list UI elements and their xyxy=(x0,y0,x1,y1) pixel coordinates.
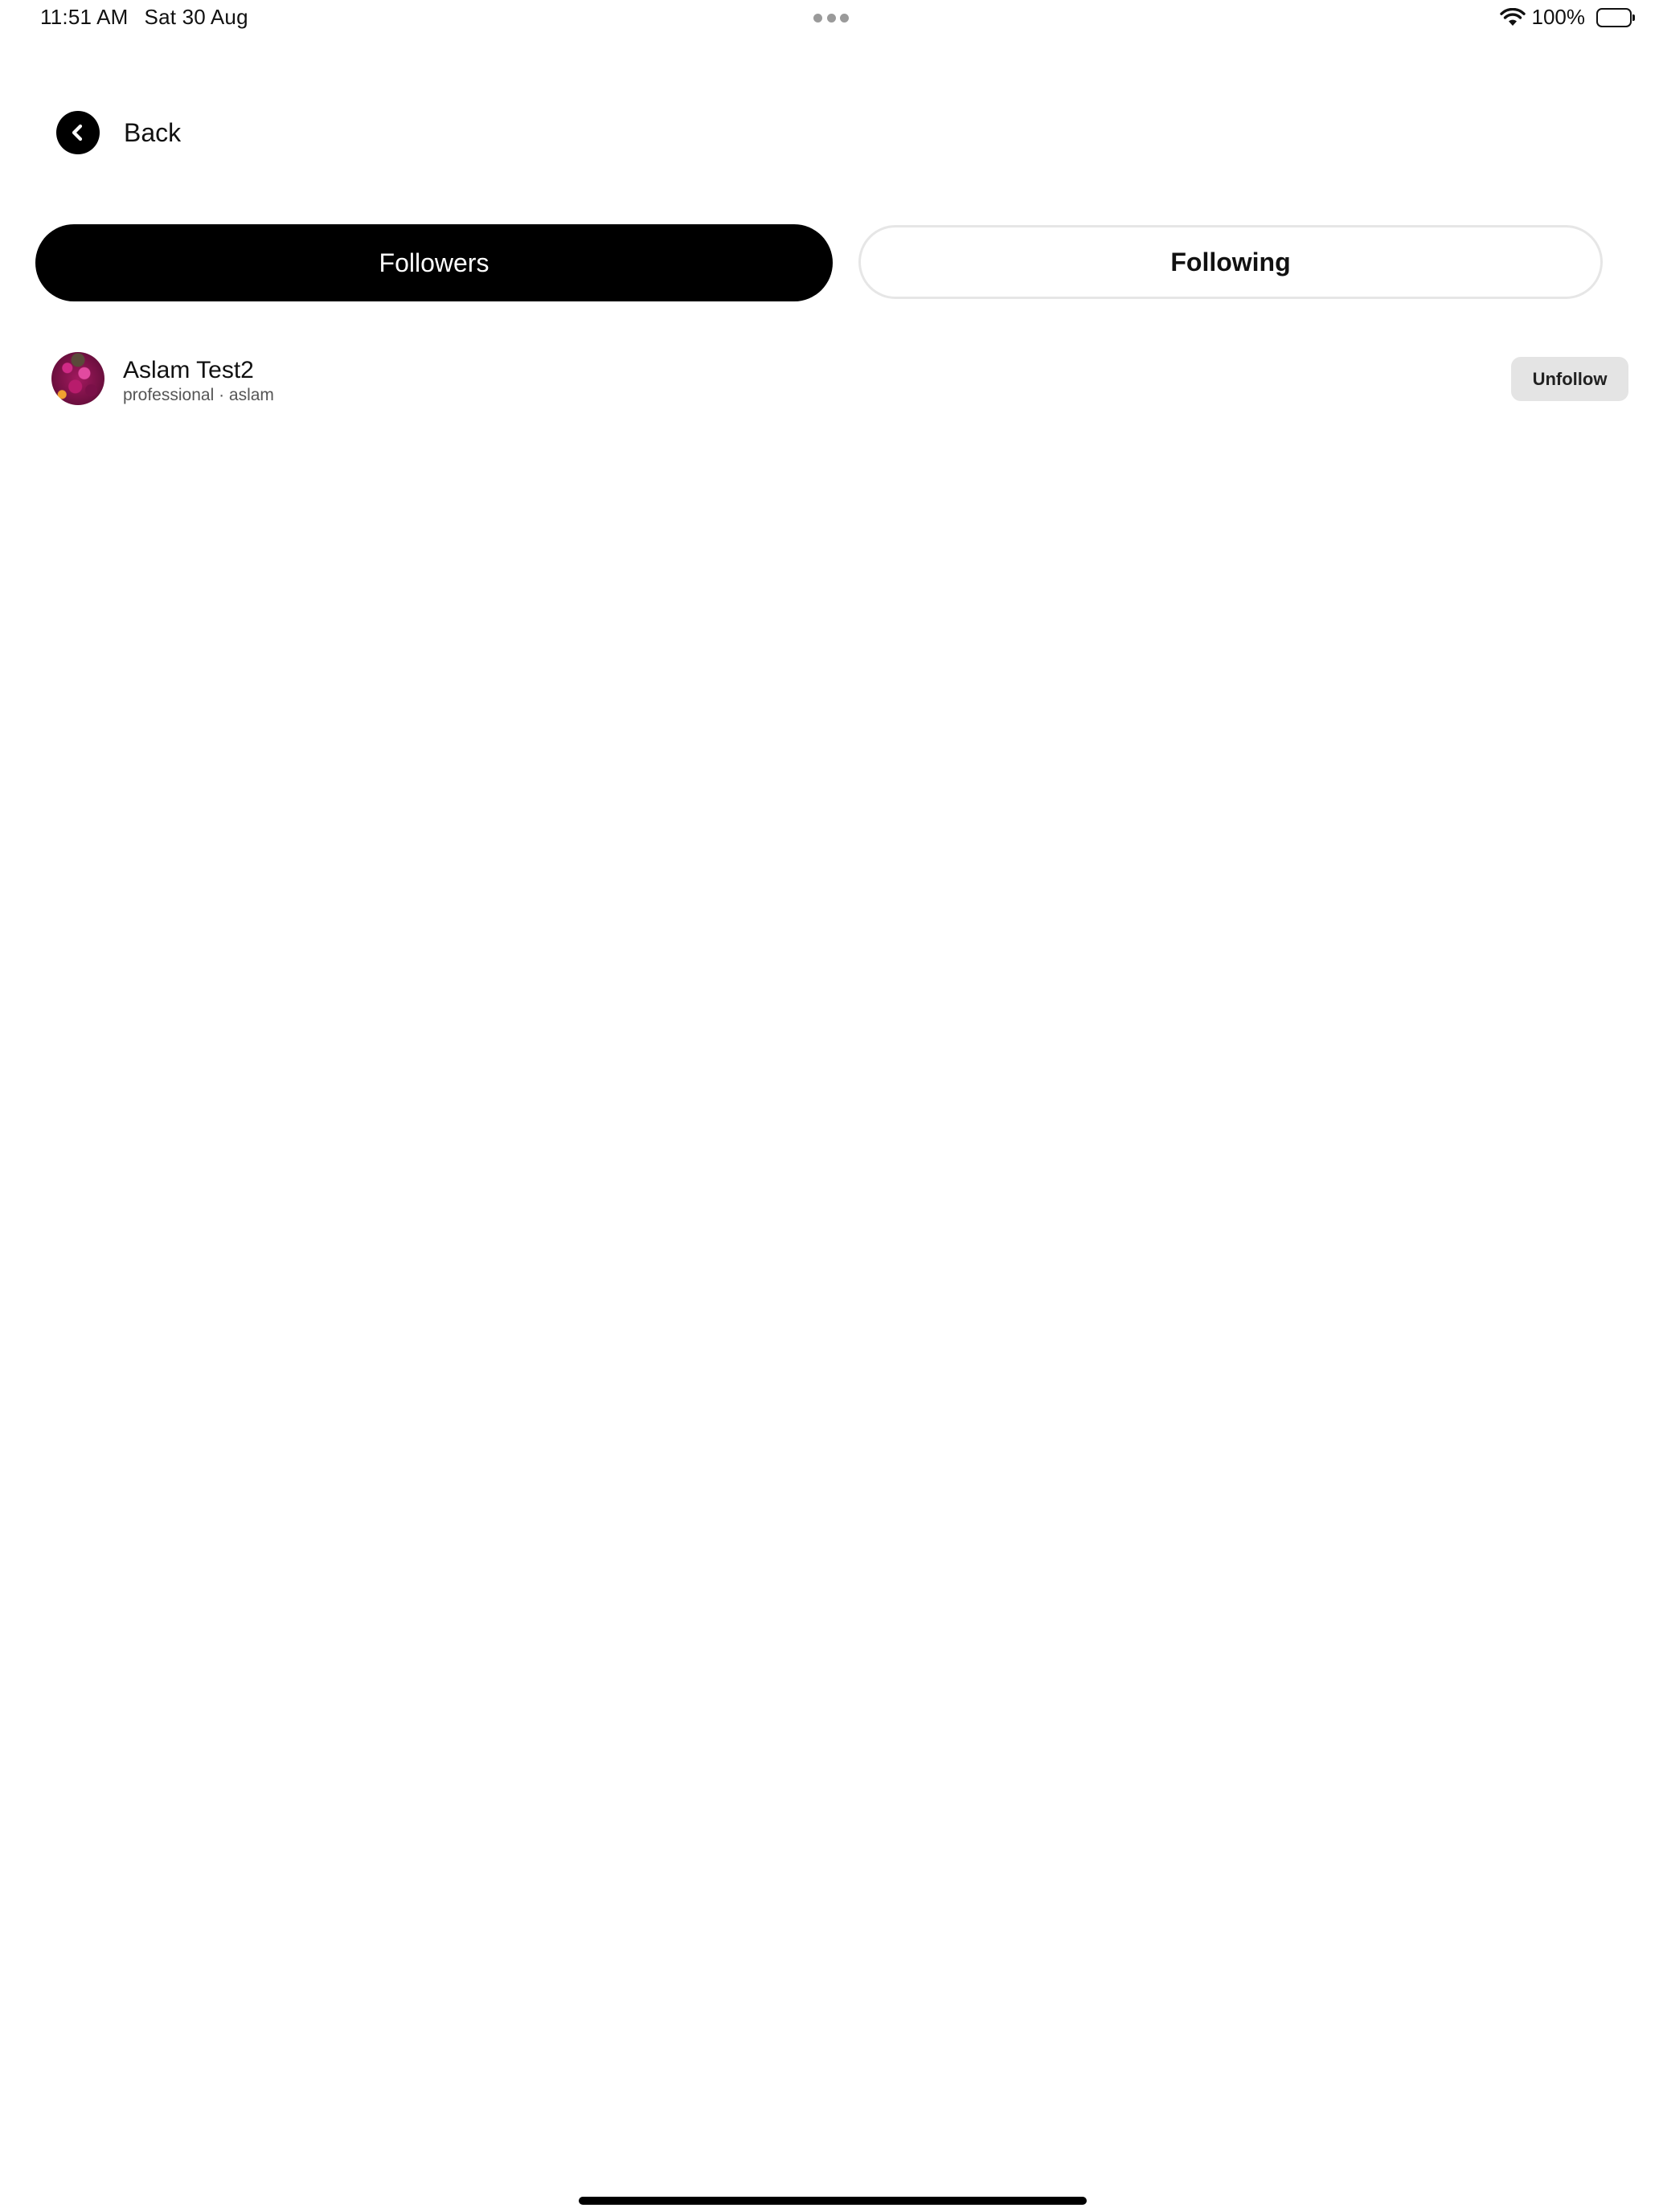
wifi-icon xyxy=(1499,7,1526,27)
home-indicator[interactable] xyxy=(579,2197,1087,2205)
status-indicators: 100% xyxy=(1499,5,1635,30)
battery-icon xyxy=(1596,7,1635,27)
back-label[interactable]: Back xyxy=(124,118,181,148)
tab-following[interactable]: Following xyxy=(858,225,1603,299)
user-name[interactable]: Aslam Test2 xyxy=(123,357,254,384)
back-button[interactable]: Back xyxy=(56,111,181,154)
unfollow-button[interactable]: Unfollow xyxy=(1511,357,1628,401)
status-date: Sat 30 Aug xyxy=(144,5,248,29)
chevron-left-icon[interactable] xyxy=(56,111,100,154)
battery-percent: 100% xyxy=(1531,5,1586,29)
status-clock: 11:51 AM xyxy=(40,5,129,29)
status-time: 11:51 AM Sat 30 Aug xyxy=(40,5,264,30)
list-item[interactable]: Aslam Test2 professional · aslam Unfollo… xyxy=(0,346,1659,410)
avatar[interactable] xyxy=(51,352,104,405)
user-meta: professional · aslam xyxy=(123,386,274,404)
status-bar: 11:51 AM Sat 30 Aug 100% xyxy=(0,0,1659,39)
tab-followers[interactable]: Followers xyxy=(35,224,833,301)
more-dots-icon[interactable] xyxy=(813,13,849,23)
